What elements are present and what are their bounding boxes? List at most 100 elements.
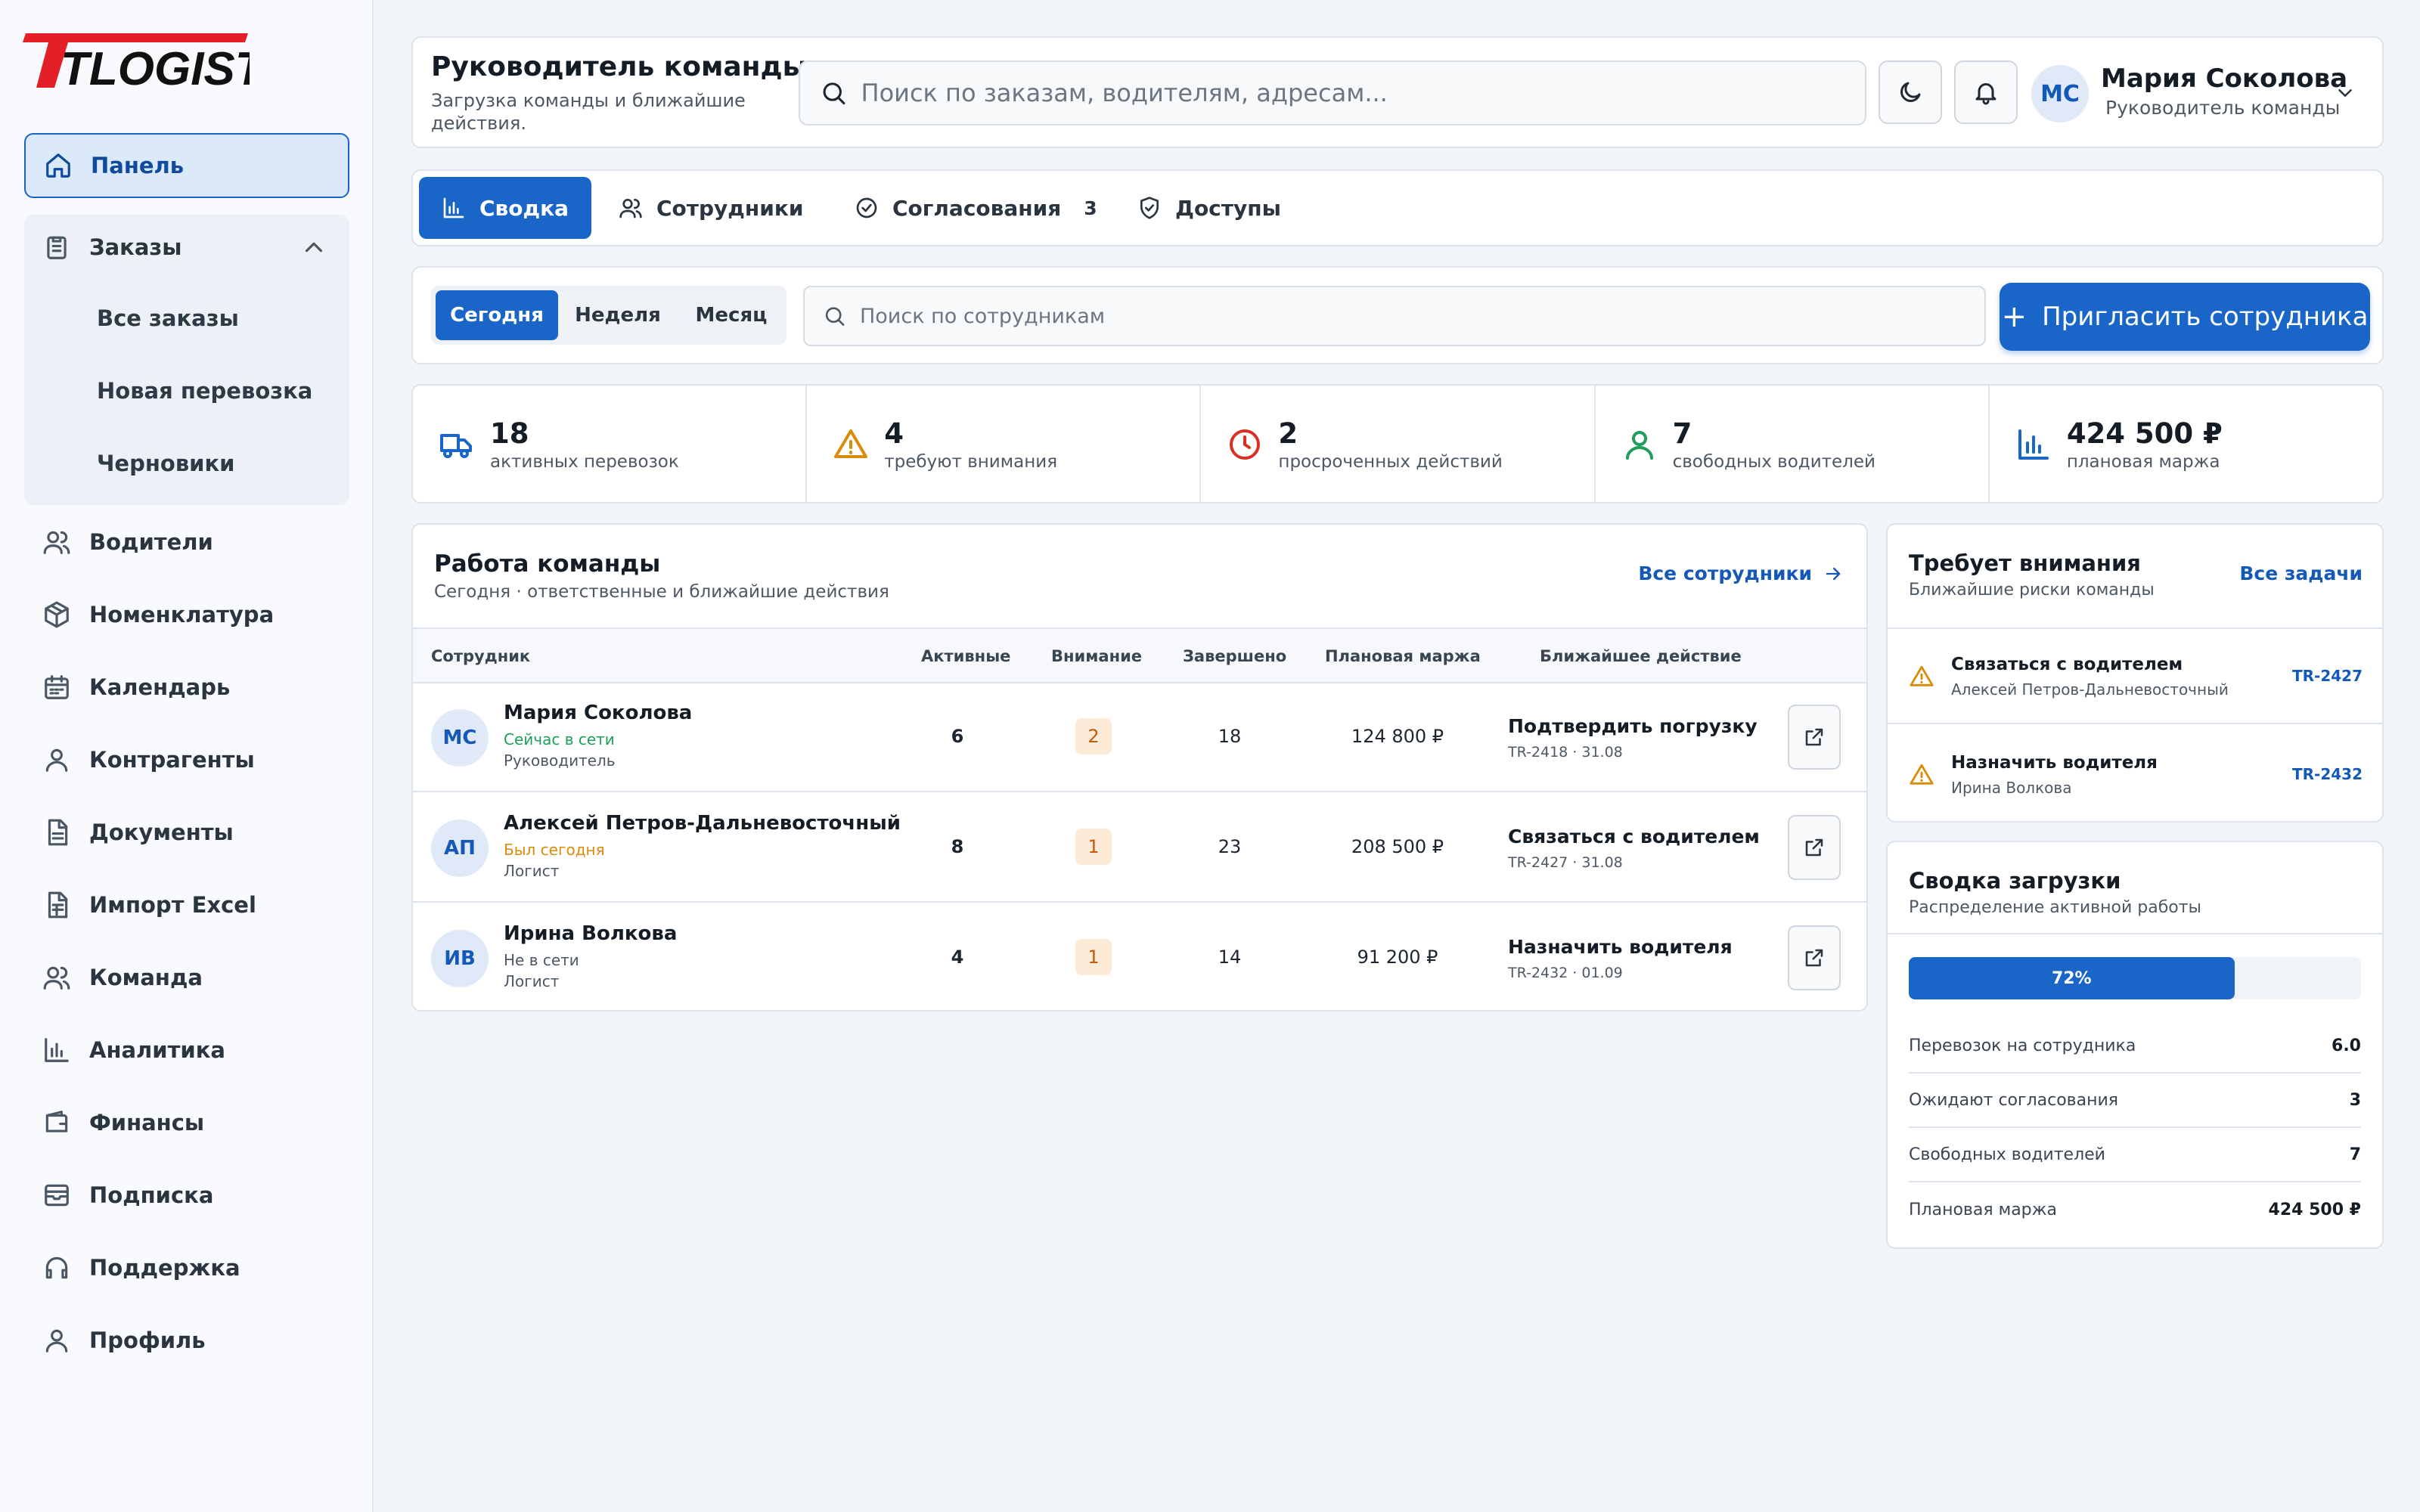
clipboard-icon bbox=[47, 236, 67, 259]
stat-overdue[interactable]: 2 просроченных действий bbox=[1201, 386, 1596, 502]
sidebar-subitem-new-shipment[interactable]: Новая перевозка bbox=[97, 378, 312, 404]
table-row[interactable]: МС Мария Соколова Сейчас в сети Руководи… bbox=[413, 683, 1866, 792]
stat-label: свободных водителей bbox=[1672, 452, 1876, 472]
stat-attention[interactable]: 4 требуют внимания bbox=[807, 386, 1202, 502]
user-avatar[interactable]: МС bbox=[2031, 65, 2089, 122]
sidebar-item-dashboard[interactable]: Панель bbox=[24, 133, 349, 198]
tab-access[interactable]: Доступы bbox=[1115, 177, 1304, 239]
tlogist-logo[interactable]: TLOGIST bbox=[23, 29, 250, 89]
invite-employee-button[interactable]: + Пригласить сотрудника bbox=[2000, 283, 2370, 351]
next-action[interactable]: Связаться с водителем bbox=[1508, 826, 1760, 847]
tab-approvals[interactable]: Согласования 3 bbox=[832, 177, 1120, 239]
employee-name[interactable]: Мария Соколова bbox=[504, 702, 692, 724]
global-search[interactable] bbox=[799, 60, 1866, 125]
sidebar-item-contractors[interactable]: Контрагенты bbox=[24, 727, 349, 792]
next-action[interactable]: Назначить водителя bbox=[1508, 936, 1733, 958]
period-month-button[interactable]: Месяц bbox=[676, 290, 786, 340]
sidebar-item-label: Документы bbox=[89, 820, 234, 845]
task-shipment-id[interactable]: TR-2432 bbox=[2292, 765, 2363, 783]
bar-chart-icon bbox=[45, 1038, 69, 1062]
external-link-icon bbox=[1805, 838, 1823, 857]
column-header[interactable]: Активные bbox=[921, 647, 1010, 665]
period-week-button[interactable]: Неделя bbox=[560, 290, 676, 340]
sidebar-item-label: Команда bbox=[89, 965, 203, 990]
open-external-button[interactable] bbox=[1788, 815, 1841, 880]
sidebar-item-team[interactable]: Команда bbox=[24, 945, 349, 1010]
column-header[interactable]: Завершено bbox=[1183, 647, 1286, 665]
sidebar-subitem-drafts[interactable]: Черновики bbox=[97, 451, 235, 476]
attention-panel: Требует внимания Ближайшие риски команды… bbox=[1886, 523, 2384, 823]
employee-name[interactable]: Ирина Волкова bbox=[504, 922, 677, 945]
sidebar-item-profile[interactable]: Профиль bbox=[24, 1308, 349, 1373]
table-row[interactable]: АП Алексей Петров-Дальневосточный Был се… bbox=[413, 794, 1866, 903]
all-tasks-link[interactable]: Все задачи bbox=[2239, 562, 2363, 584]
column-header[interactable]: Ближайшее действие bbox=[1540, 647, 1742, 665]
employee-name[interactable]: Алексей Петров-Дальневосточный bbox=[504, 812, 901, 835]
sidebar-item-drivers[interactable]: Водители bbox=[24, 510, 349, 575]
column-header[interactable]: Сотрудник bbox=[431, 647, 530, 665]
table-row[interactable]: ИВ Ирина Волкова Не в сети Логист 4 1 14… bbox=[413, 904, 1866, 1010]
theme-toggle-button[interactable] bbox=[1879, 60, 1942, 124]
metric-label: Перевозок на сотрудника bbox=[1909, 1036, 2136, 1055]
document-icon bbox=[48, 819, 68, 846]
employee-status: Сейчас в сети bbox=[504, 730, 615, 748]
profile-icon bbox=[45, 1329, 68, 1352]
stat-active-shipments[interactable]: 18 активных перевозок bbox=[413, 386, 808, 502]
tab-employees[interactable]: Сотрудники bbox=[596, 177, 827, 239]
sidebar-item-analytics[interactable]: Аналитика bbox=[24, 1018, 349, 1083]
next-action-ref: TR-2432 · 01.09 bbox=[1508, 965, 1623, 981]
chevron-up-icon[interactable] bbox=[299, 233, 328, 262]
period-selector: Сегодня Неделя Месяц bbox=[431, 286, 786, 345]
shield-icon bbox=[1140, 197, 1159, 219]
stat-free-drivers[interactable]: 7 свободных водителей bbox=[1596, 386, 1990, 502]
attention-task[interactable]: Связаться с водителем Алексей Петров-Дал… bbox=[1888, 626, 2382, 723]
all-employees-label: Все сотрудники bbox=[1638, 562, 1812, 584]
attention-badge: 1 bbox=[1075, 939, 1112, 975]
sidebar-item-nomenclature[interactable]: Номенклатура bbox=[24, 582, 349, 647]
sidebar-item-calendar[interactable]: Календарь bbox=[24, 655, 349, 720]
team-subtitle: Сегодня · ответственные и ближайшие дейс… bbox=[434, 582, 889, 602]
employee-avatar: МС bbox=[431, 709, 489, 767]
open-external-button[interactable] bbox=[1788, 925, 1841, 990]
sidebar: TLOGIST Панель Заказы Все заказы Новая п… bbox=[0, 0, 374, 1512]
chevron-down-icon[interactable] bbox=[2334, 82, 2356, 104]
next-action[interactable]: Подтвердить погрузку bbox=[1508, 715, 1758, 737]
stat-planned-margin[interactable]: 424 500 ₽ плановая маржа bbox=[1990, 386, 2382, 502]
all-employees-link[interactable]: Все сотрудники bbox=[1638, 562, 1844, 584]
wallet-icon bbox=[45, 1111, 68, 1132]
load-title: Сводка загрузки bbox=[1909, 868, 2121, 894]
task-subtitle: Ирина Волкова bbox=[1951, 779, 2072, 797]
task-title: Назначить водителя bbox=[1951, 753, 2158, 773]
sidebar-item-documents[interactable]: Документы bbox=[24, 800, 349, 865]
sidebar-item-finance[interactable]: Финансы bbox=[24, 1090, 349, 1155]
sidebar-item-label: Контрагенты bbox=[89, 747, 255, 773]
notifications-button[interactable] bbox=[1954, 60, 2018, 124]
task-shipment-id[interactable]: TR-2427 bbox=[2292, 667, 2363, 685]
sidebar-item-subscription[interactable]: Подписка bbox=[24, 1163, 349, 1228]
user-name[interactable]: Мария Соколова bbox=[2101, 64, 2347, 94]
sidebar-item-support[interactable]: Поддержка bbox=[24, 1235, 349, 1300]
tab-label: Сотрудники bbox=[656, 195, 804, 221]
sidebar-item-label: Заказы bbox=[89, 234, 182, 260]
active-count: 6 bbox=[951, 726, 964, 747]
sidebar-subitem-all-orders[interactable]: Все заказы bbox=[97, 305, 239, 331]
sidebar-item-import-excel[interactable]: Импорт Excel bbox=[24, 872, 349, 937]
active-count: 4 bbox=[951, 947, 964, 968]
employee-search-input[interactable] bbox=[859, 304, 1984, 328]
bell-icon bbox=[1975, 83, 1996, 105]
truck-icon bbox=[440, 434, 472, 458]
stat-value: 2 bbox=[1278, 417, 1298, 450]
invite-button-label: Пригласить сотрудника bbox=[2042, 302, 2369, 332]
open-external-button[interactable] bbox=[1788, 705, 1841, 770]
column-header[interactable]: Внимание bbox=[1051, 647, 1142, 665]
period-today-button[interactable]: Сегодня bbox=[436, 290, 558, 340]
sidebar-item-orders[interactable]: Заказы bbox=[24, 215, 349, 280]
spreadsheet-icon bbox=[48, 891, 68, 919]
done-count: 18 bbox=[1218, 726, 1242, 747]
attention-task[interactable]: Назначить водителя Ирина Волкова TR-2432 bbox=[1888, 724, 2382, 821]
employee-search[interactable] bbox=[803, 286, 1986, 346]
global-search-input[interactable] bbox=[861, 79, 1865, 107]
task-subtitle: Алексей Петров-Дальневосточный bbox=[1951, 680, 2229, 699]
tab-summary[interactable]: Сводка bbox=[419, 177, 592, 239]
column-header[interactable]: Плановая маржа bbox=[1325, 647, 1481, 665]
